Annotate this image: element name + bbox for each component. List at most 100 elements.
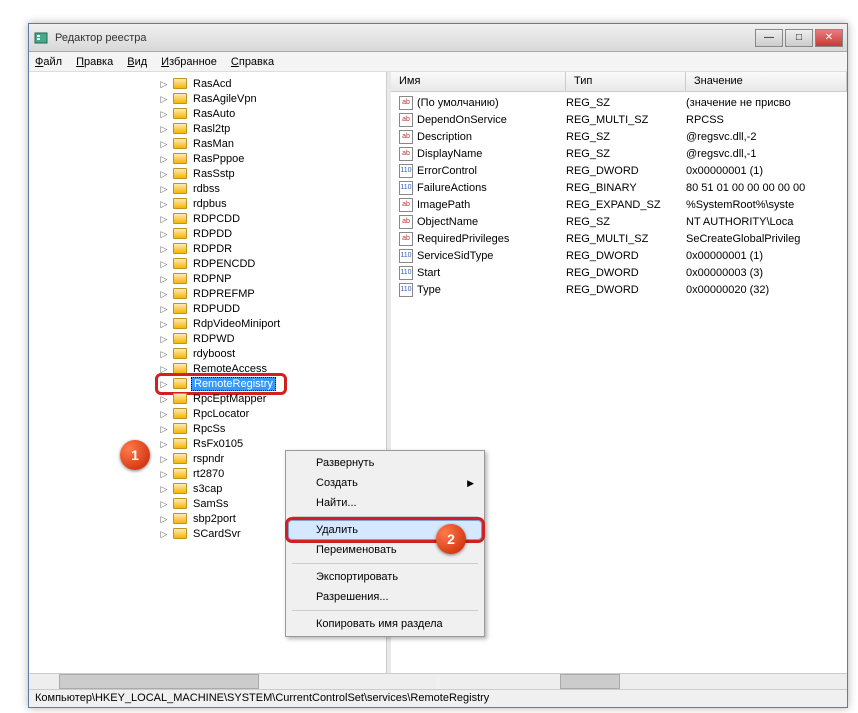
tree-item-rdpnp[interactable]: ▷RDPNP xyxy=(159,271,386,286)
tree-label: RDPWD xyxy=(191,333,237,345)
value-row[interactable]: abRequiredPrivilegesREG_MULTI_SZSeCreate… xyxy=(391,230,847,247)
tree-item-rpclocator[interactable]: ▷RpcLocator xyxy=(159,406,386,421)
expand-icon[interactable]: ▷ xyxy=(159,499,169,509)
tree-item-rasman[interactable]: ▷RasMan xyxy=(159,136,386,151)
expand-icon[interactable]: ▷ xyxy=(159,79,169,89)
tree-item-rasl2tp[interactable]: ▷Rasl2tp xyxy=(159,121,386,136)
value-row[interactable]: abObjectNameREG_SZNT AUTHORITY\Loca xyxy=(391,213,847,230)
expand-icon[interactable]: ▷ xyxy=(159,319,169,329)
value-row[interactable]: 110ErrorControlREG_DWORD0x00000001 (1) xyxy=(391,162,847,179)
expand-icon[interactable]: ▷ xyxy=(159,109,169,119)
value-row[interactable]: abImagePathREG_EXPAND_SZ%SystemRoot%\sys… xyxy=(391,196,847,213)
titlebar[interactable]: Редактор реестра — □ ✕ xyxy=(29,24,847,52)
tree-item-rdprefmp[interactable]: ▷RDPREFMP xyxy=(159,286,386,301)
expand-icon[interactable]: ▷ xyxy=(159,139,169,149)
tree-item-rdpdr[interactable]: ▷RDPDR xyxy=(159,241,386,256)
expand-icon[interactable]: ▷ xyxy=(159,439,169,449)
minimize-button[interactable]: — xyxy=(755,29,783,47)
tree-item-rsfx0105[interactable]: ▷RsFx0105 xyxy=(159,436,386,451)
value-row[interactable]: 110TypeREG_DWORD0x00000020 (32) xyxy=(391,281,847,298)
tree-label: RDPUDD xyxy=(191,303,242,315)
value-row[interactable]: 110FailureActionsREG_BINARY80 51 01 00 0… xyxy=(391,179,847,196)
tree-item-rdpvideominiport[interactable]: ▷RdpVideoMiniport xyxy=(159,316,386,331)
separator xyxy=(292,610,478,611)
value-data: RPCSS xyxy=(686,114,847,126)
expand-icon[interactable]: ▷ xyxy=(159,469,169,479)
expand-icon[interactable]: ▷ xyxy=(159,304,169,314)
expand-icon[interactable]: ▷ xyxy=(159,229,169,239)
expand-icon[interactable]: ▷ xyxy=(159,289,169,299)
tree-label: s3cap xyxy=(191,483,224,495)
horizontal-scrollbar[interactable] xyxy=(29,673,847,689)
ctx-expand[interactable]: Развернуть xyxy=(288,453,482,473)
value-row[interactable]: abDependOnServiceREG_MULTI_SZRPCSS xyxy=(391,111,847,128)
ctx-new[interactable]: Создать▶ xyxy=(288,473,482,493)
value-row[interactable]: abDisplayNameREG_SZ@regsvc.dll,-1 xyxy=(391,145,847,162)
value-row[interactable]: 110StartREG_DWORD0x00000003 (3) xyxy=(391,264,847,281)
ctx-permissions[interactable]: Разрешения... xyxy=(288,587,482,607)
col-type[interactable]: Тип xyxy=(566,72,686,91)
value-type: REG_DWORD xyxy=(566,250,686,262)
col-name[interactable]: Имя xyxy=(391,72,566,91)
menu-view[interactable]: Вид xyxy=(127,56,147,68)
tree-item-raspppoe[interactable]: ▷RasPppoe xyxy=(159,151,386,166)
expand-icon[interactable]: ▷ xyxy=(159,334,169,344)
expand-icon[interactable]: ▷ xyxy=(159,454,169,464)
expand-icon[interactable]: ▷ xyxy=(159,349,169,359)
tree-item-rasacd[interactable]: ▷RasAcd xyxy=(159,76,386,91)
separator xyxy=(292,516,478,517)
tree-item-rasagilevpn[interactable]: ▷RasAgileVpn xyxy=(159,91,386,106)
menu-help[interactable]: Справка xyxy=(231,56,274,68)
list-header[interactable]: Имя Тип Значение xyxy=(391,72,847,92)
expand-icon[interactable]: ▷ xyxy=(159,154,169,164)
expand-icon[interactable]: ▷ xyxy=(159,424,169,434)
window-buttons: — □ ✕ xyxy=(755,29,843,47)
folder-icon xyxy=(173,483,187,494)
expand-icon[interactable]: ▷ xyxy=(159,214,169,224)
tree-label: RDPENCDD xyxy=(191,258,257,270)
value-row[interactable]: ab(По умолчанию)REG_SZ(значение не присв… xyxy=(391,94,847,111)
expand-icon[interactable]: ▷ xyxy=(159,199,169,209)
expand-icon[interactable]: ▷ xyxy=(159,94,169,104)
value-row[interactable]: abDescriptionREG_SZ@regsvc.dll,-2 xyxy=(391,128,847,145)
tree-label: RasAuto xyxy=(191,108,237,120)
expand-icon[interactable]: ▷ xyxy=(159,514,169,524)
menu-file[interactable]: Файл xyxy=(35,56,62,68)
tree-item-remoteregistry[interactable]: ▷RemoteRegistry xyxy=(159,376,386,391)
folder-icon xyxy=(173,333,187,344)
tree-item-rpcss[interactable]: ▷RpcSs xyxy=(159,421,386,436)
tree-item-rasauto[interactable]: ▷ RasAuto xyxy=(159,106,386,121)
ctx-copy-key-name[interactable]: Копировать имя раздела xyxy=(288,614,482,634)
expand-icon[interactable]: ▷ xyxy=(159,184,169,194)
tree-item-rdpwd[interactable]: ▷ RDPWD xyxy=(159,331,386,346)
menu-edit[interactable]: Правка xyxy=(76,56,113,68)
tree-item-rdpbus[interactable]: ▷ rdpbus xyxy=(159,196,386,211)
expand-icon[interactable]: ▷ xyxy=(159,409,169,419)
expand-icon[interactable]: ▷ xyxy=(159,169,169,179)
tree-item-rdpencdd[interactable]: ▷ RDPENCDD xyxy=(159,256,386,271)
value-name: Start xyxy=(417,267,566,279)
tree-label: rdpbus xyxy=(191,198,229,210)
col-value[interactable]: Значение xyxy=(686,72,847,91)
value-name: DisplayName xyxy=(417,148,566,160)
tree-item-rassstp[interactable]: ▷RasSstp xyxy=(159,166,386,181)
ctx-find[interactable]: Найти... xyxy=(288,493,482,513)
tree-item-rdpdd[interactable]: ▷RDPDD xyxy=(159,226,386,241)
expand-icon[interactable]: ▷ xyxy=(159,529,169,539)
close-button[interactable]: ✕ xyxy=(815,29,843,47)
tree-item-rdyboost[interactable]: ▷rdyboost xyxy=(159,346,386,361)
tree-item-rdpudd[interactable]: ▷ RDPUDD xyxy=(159,301,386,316)
tree-item-rdbss[interactable]: ▷rdbss xyxy=(159,181,386,196)
expand-icon[interactable]: ▷ xyxy=(159,124,169,134)
tree-item-rdpcdd[interactable]: ▷RDPCDD xyxy=(159,211,386,226)
expand-icon[interactable]: ▷ xyxy=(159,244,169,254)
expand-icon[interactable]: ▷ xyxy=(159,274,169,284)
maximize-button[interactable]: □ xyxy=(785,29,813,47)
ctx-export[interactable]: Экспортировать xyxy=(288,567,482,587)
menu-favorites[interactable]: Избранное xyxy=(161,56,217,68)
expand-icon[interactable]: ▷ xyxy=(159,484,169,494)
expand-icon[interactable]: ▷ xyxy=(159,394,169,404)
value-data: (значение не присво xyxy=(686,97,847,109)
value-row[interactable]: 110ServiceSidTypeREG_DWORD0x00000001 (1) xyxy=(391,247,847,264)
expand-icon[interactable]: ▷ xyxy=(159,259,169,269)
